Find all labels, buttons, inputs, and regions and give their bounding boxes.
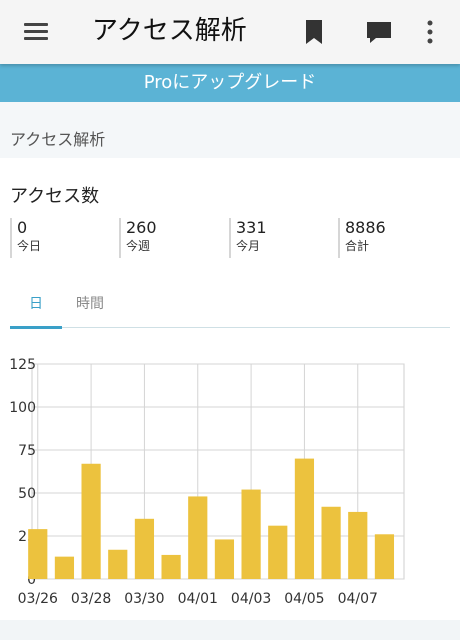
period-tabs: 日 時間: [10, 290, 450, 329]
x-tick-label: 04/03: [231, 591, 271, 607]
x-tick-label: 03/30: [124, 591, 164, 607]
bar: [348, 511, 368, 579]
bar: [54, 556, 75, 579]
bar: [134, 518, 155, 579]
page-title: アクセス解析: [92, 16, 247, 46]
bar: [108, 549, 128, 579]
bar: [294, 458, 315, 579]
section-header: アクセス解析: [0, 102, 460, 158]
stat-value: 0: [17, 218, 28, 237]
access-card: アクセス数 0 今日 260 今週 331 今月 8886 合計 日 時間 0 2…: [0, 158, 460, 620]
stat-week: 260 今週: [119, 218, 219, 258]
app-bar: アクセス解析: [0, 0, 460, 64]
stat-value: 260: [126, 218, 157, 237]
tab-indicator: [10, 326, 62, 329]
stat-label: 今週: [126, 239, 151, 253]
bar: [374, 534, 395, 579]
bar: [321, 506, 341, 579]
more-vert-icon[interactable]: [416, 18, 444, 46]
stat-value: 8886: [345, 218, 386, 237]
x-tick-label: 03/28: [71, 591, 111, 607]
menu-icon[interactable]: [20, 18, 52, 46]
bar: [188, 496, 208, 579]
y-tick-label: 100: [9, 400, 36, 416]
bar: [28, 529, 48, 579]
stat-label: 今月: [236, 239, 261, 253]
x-tick-label: 04/01: [178, 591, 218, 607]
card-title: アクセス数: [10, 186, 100, 207]
tab-label: 日: [29, 296, 43, 312]
stat-value: 331: [236, 218, 267, 237]
stat-month: 331 今月: [229, 218, 329, 258]
upgrade-pro-button[interactable]: Proにアップグレード: [0, 64, 460, 102]
x-tick-label: 04/05: [284, 591, 324, 607]
stat-label: 合計: [345, 239, 370, 253]
tab-day[interactable]: 日: [10, 290, 62, 329]
bar: [161, 554, 181, 579]
bar: [241, 489, 261, 579]
y-tick-label: 50: [18, 486, 36, 502]
y-tick-label: 125: [9, 357, 36, 373]
bookmark-icon[interactable]: [300, 18, 328, 46]
bar: [214, 539, 235, 579]
stat-label: 今日: [17, 239, 42, 253]
y-tick-label: 75: [18, 443, 36, 459]
tab-hour[interactable]: 時間: [68, 290, 112, 328]
tab-label: 時間: [76, 296, 104, 312]
bar: [268, 525, 288, 579]
chat-icon[interactable]: [364, 18, 394, 46]
stat-today: 0 今日: [10, 218, 110, 258]
stat-total: 8886 合計: [338, 218, 438, 258]
section-title: アクセス解析: [10, 130, 106, 149]
access-bar-chart: 025507510012503/26 03/28 03/30 04/01 04/03 04…: [9, 357, 405, 607]
bar: [81, 463, 101, 579]
x-tick-label: 04/07: [338, 591, 378, 607]
bottom-strip: [0, 620, 460, 640]
x-tick-label: 03/26: [18, 591, 58, 607]
